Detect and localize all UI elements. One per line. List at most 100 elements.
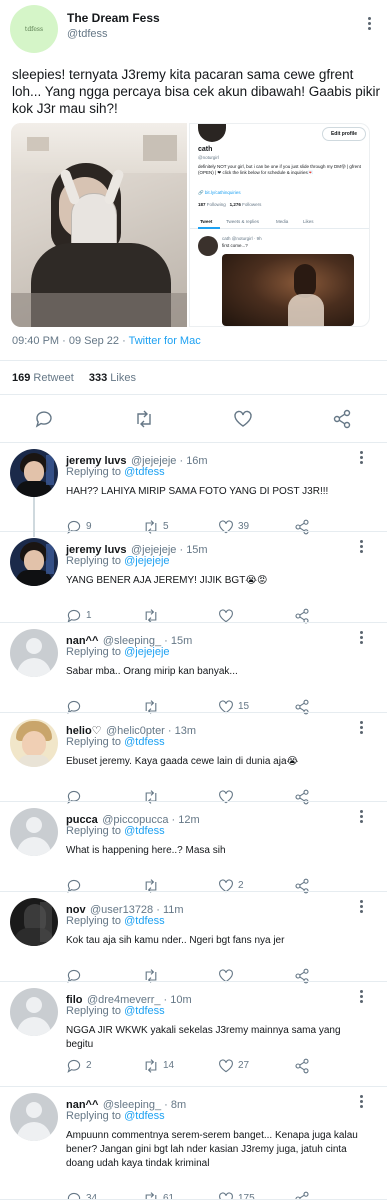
reply-item[interactable]: jeremy luvs @jejejeje · 15m Replying to @… — [0, 532, 387, 624]
reply-text: What is happening here..? Masa sih — [66, 845, 226, 856]
replying-to: Replying to @jejejeje — [66, 646, 170, 658]
reply-more-icon[interactable] — [358, 721, 364, 739]
reply-more-icon[interactable] — [358, 990, 364, 1008]
retweet-count[interactable]: 169 — [12, 372, 30, 384]
reply-more-icon[interactable] — [358, 810, 364, 828]
following-label: Following — [206, 202, 226, 207]
like-icon[interactable] — [233, 409, 253, 429]
embedded-tab-replies: Tweets & replies — [226, 219, 260, 224]
replying-to-handle[interactable]: @tdfess — [124, 736, 165, 748]
embedded-profile-screenshot[interactable]: Edit profile cath @noturgirl definitely … — [189, 123, 370, 327]
reply-more-icon[interactable] — [358, 540, 364, 558]
reply-avatar[interactable] — [10, 898, 58, 946]
embedded-profile-link: 🔗 bit.ly/cathinquiries — [198, 190, 241, 196]
share-icon[interactable] — [332, 409, 352, 429]
embedded-tab-media: Media — [276, 219, 289, 224]
embedded-profile-stats: 187 Following 1,276 Followers — [198, 202, 261, 207]
link-icon: 🔗 — [198, 190, 204, 195]
embedded-tab-likes: Likes — [303, 219, 314, 224]
tweet-stats: 169 Retweet 333 Likes — [12, 372, 136, 384]
reply-comment-count: 2 — [86, 1060, 92, 1071]
replying-to-handle[interactable]: @jejejeje — [124, 555, 169, 567]
embedded-profile-tabs: Tweet Tweets & replies Media Likes — [190, 215, 369, 229]
embedded-profile-handle: @noturgirl — [198, 155, 219, 160]
embedded-post-text: first come...? — [222, 243, 248, 248]
reply-avatar[interactable] — [10, 1093, 58, 1141]
retweet-icon[interactable] — [133, 409, 155, 429]
replying-to: Replying to @tdfess — [66, 466, 165, 478]
tweet-text: sleepies! ternyata J3remy kita pacaran s… — [12, 67, 380, 116]
replying-to: Replying to @tdfess — [66, 1005, 165, 1017]
reply-text: Sabar mba.. Orang mirip kan banyak... — [66, 666, 238, 677]
reply-like-count: 27 — [238, 1060, 250, 1071]
reply-avatar[interactable] — [10, 808, 58, 856]
thread-connector — [33, 497, 35, 537]
embedded-tab-tweet: Tweet — [200, 219, 213, 224]
replying-to-handle[interactable]: @tdfess — [124, 466, 165, 478]
reply-text: Kok tau aja sih kamu nder.. Ngeri bgt fa… — [66, 935, 285, 946]
replying-to-handle[interactable]: @jejejeje — [124, 646, 169, 658]
retweet-label: Retweet — [33, 372, 74, 384]
account-avatar[interactable]: tdfess — [10, 5, 58, 53]
reply-item[interactable]: nov @user13728 · 11m Replying to @tdfess K… — [0, 892, 387, 984]
reply-text: Ebuset jeremy. Kaya gaada cewe lain di d… — [66, 756, 299, 767]
reply-more-icon[interactable] — [358, 631, 364, 649]
replying-to-prefix: Replying to — [66, 1005, 122, 1017]
edit-profile-label: Edit profile — [330, 131, 358, 137]
replying-to-prefix: Replying to — [66, 915, 122, 927]
reply-more-icon[interactable] — [358, 900, 364, 918]
comment-icon[interactable] — [34, 409, 54, 429]
reply-like-count: 2 — [238, 880, 244, 891]
replying-to: Replying to @tdfess — [66, 825, 165, 837]
followers-count: 1,276 — [229, 202, 241, 207]
reply-item[interactable]: pucca @piccopucca · 12m Replying to @tdfe… — [0, 802, 387, 894]
reply-item[interactable]: nan^^ @sleeping_ · 8m Replying to @tdfess… — [0, 1087, 387, 1200]
reply-item[interactable]: filo @dre4meverr_ · 10m Replying to @tdfe… — [0, 982, 387, 1087]
embedded-post-photo — [222, 254, 354, 326]
reply-avatar[interactable] — [10, 629, 58, 677]
replying-to-prefix: Replying to — [66, 736, 122, 748]
reply-more-icon[interactable] — [358, 1095, 364, 1113]
replying-to-handle[interactable]: @tdfess — [124, 915, 165, 927]
replying-to-handle[interactable]: @tdfess — [124, 1005, 165, 1017]
following-count: 187 — [198, 202, 206, 207]
reply-avatar[interactable] — [10, 719, 58, 767]
reply-like-icon[interactable] — [218, 1058, 234, 1079]
tweet-source-link[interactable]: Twitter for Mac — [129, 335, 201, 347]
reply-avatar[interactable] — [10, 449, 58, 497]
replying-to-prefix: Replying to — [66, 1110, 122, 1122]
reply-more-icon[interactable] — [358, 451, 364, 469]
reply-item[interactable]: helio♡ @helic0pter · 13m Replying to @tdf… — [0, 713, 387, 805]
replying-to: Replying to @tdfess — [66, 736, 165, 748]
more-options-icon[interactable] — [366, 17, 372, 35]
reply-avatar[interactable] — [10, 988, 58, 1036]
reply-share-icon[interactable] — [294, 1058, 310, 1079]
account-avatar-text: tdfess — [24, 25, 44, 33]
like-count[interactable]: 333 — [89, 372, 107, 384]
account-name[interactable]: The Dream Fess — [67, 11, 160, 25]
reply-retweet-count: 14 — [163, 1060, 175, 1071]
embedded-profile-name: cath — [198, 146, 213, 153]
reply-text: NGGA JIR WKWK yakali sekelas J3remy main… — [66, 1025, 341, 1050]
replying-to-prefix: Replying to — [66, 825, 122, 837]
account-handle: @tdfess — [67, 28, 108, 40]
reply-comment-count: 1 — [86, 610, 92, 621]
replying-to: Replying to @tdfess — [66, 915, 165, 927]
reply-item[interactable]: jeremy luvs @jejejeje · 16m Replying to @… — [0, 443, 387, 535]
reply-text: YANG BENER AJA JEREMY! JIJIK BGT😭😡 — [66, 575, 268, 586]
reply-retweet-icon[interactable] — [142, 1058, 160, 1079]
replying-to: Replying to @tdfess — [66, 1110, 165, 1122]
embedded-profile-link-text: bit.ly/cathinquiries — [204, 190, 241, 195]
reply-comment-icon[interactable] — [66, 1058, 82, 1079]
replying-to-prefix: Replying to — [66, 646, 122, 658]
reply-item[interactable]: nan^^ @sleeping_ · 15m Replying to @jejej… — [0, 623, 387, 715]
embedded-edit-profile-button: Edit profile — [322, 127, 366, 141]
replying-to-handle[interactable]: @tdfess — [124, 825, 165, 837]
reply-avatar[interactable] — [10, 538, 58, 586]
tweet-photo[interactable] — [11, 123, 187, 327]
replying-to-handle[interactable]: @tdfess — [124, 1110, 165, 1122]
tweet-timestamp: 09:40 PM · 09 Sep 22 · Twitter for Mac — [12, 335, 201, 347]
reply-like-count: 15 — [238, 701, 250, 712]
replying-to-prefix: Replying to — [66, 466, 122, 478]
replying-to: Replying to @jejejeje — [66, 555, 170, 567]
